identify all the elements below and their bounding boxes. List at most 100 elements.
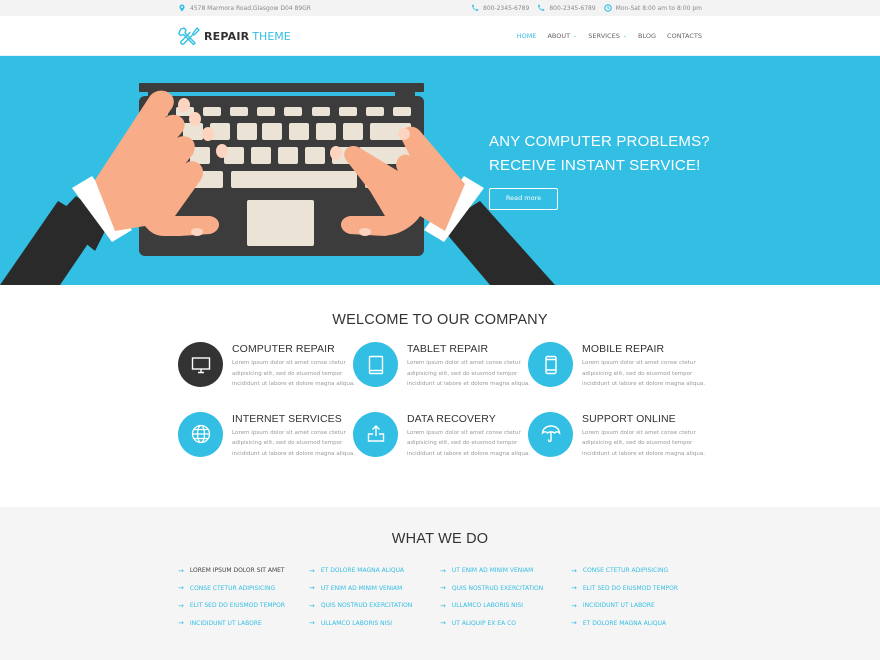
list-item-label[interactable]: UT ENIM AD MINIM VENIAM bbox=[452, 567, 533, 574]
feature-text: Lorem ipsum dolor sit amet conse ctetur … bbox=[582, 360, 706, 387]
list-item[interactable]: → INCIDIDUNT UT LABORE bbox=[178, 615, 309, 633]
phone-info-1[interactable]: 800-2345-6789 bbox=[471, 4, 529, 12]
feature-icon-circle bbox=[178, 411, 223, 457]
list-column: → CONSE CTETUR ADIPISICING → ELIT SED DO E… bbox=[571, 562, 702, 632]
chevron-down-icon[interactable]: ⌄ bbox=[573, 33, 577, 39]
list-item-label[interactable]: ET DOLORE MAGNA ALIQUA bbox=[321, 567, 404, 574]
feature-internet-services: INTERNET SERVICES Lorem ipsum dolor sit … bbox=[178, 411, 355, 460]
logo-text-light: THEME bbox=[252, 29, 291, 43]
list-item-label[interactable]: CONSE CTETUR ADIPISICING bbox=[583, 567, 668, 574]
list-item[interactable]: → ELIT SED DO EIUSMOD TEMPOR bbox=[178, 597, 309, 615]
list-item[interactable]: → UT ENIM AD MINIM VENIAM bbox=[309, 580, 440, 598]
arrow-right-icon: → bbox=[309, 584, 315, 593]
arrow-right-icon: → bbox=[309, 566, 315, 575]
list-item-label[interactable]: ULLAMCO LABORIS NISI bbox=[321, 620, 392, 627]
wrench-screwdriver-icon bbox=[178, 27, 200, 46]
nav-services-label[interactable]: SERVICES bbox=[588, 32, 620, 40]
arrow-right-icon: → bbox=[178, 601, 184, 610]
arrow-right-icon: → bbox=[571, 584, 577, 593]
list-item-label[interactable]: ET DOLORE MAGNA ALIQUA bbox=[583, 620, 666, 627]
feature-support-online: SUPPORT ONLINE Lorem ipsum dolor sit ame… bbox=[528, 411, 705, 460]
list-item[interactable]: → ELIT SED DO EIUSMOD TEMPOR bbox=[571, 580, 702, 598]
list-item-label[interactable]: ULLAMCO LABORIS NISI bbox=[452, 602, 523, 609]
list-item-label[interactable]: QUIS NOSTRUD EXERCITATION bbox=[452, 585, 543, 592]
nav-home[interactable]: HOME bbox=[517, 32, 537, 40]
nav-contacts[interactable]: CONTACTS bbox=[667, 32, 702, 40]
arrow-right-icon: → bbox=[571, 566, 577, 575]
nav-services[interactable]: SERVICES ⌄ bbox=[588, 32, 627, 40]
nav-about-label[interactable]: ABOUT bbox=[547, 32, 570, 40]
feature-data-recovery: DATA RECOVERY Lorem ipsum dolor sit amet… bbox=[353, 411, 530, 460]
feature-text: Lorem ipsum dolor sit amet conse ctetur … bbox=[232, 429, 356, 457]
welcome-title: WELCOME TO OUR COMPANY bbox=[332, 312, 548, 328]
arrow-right-icon: → bbox=[178, 619, 184, 628]
logo-text-bold: REPAIR bbox=[204, 29, 250, 43]
list-item[interactable]: → ULLAMCO LABORIS NISI bbox=[309, 615, 440, 633]
welcome-section: WELCOME TO OUR COMPANY COMPUTER REPAIR L… bbox=[0, 285, 880, 507]
feature-text: Lorem ipsum dolor sit amet conse ctetur … bbox=[232, 360, 356, 387]
list-item-label[interactable]: CONSE CTETUR ADIPISICING bbox=[190, 585, 275, 592]
nav-about[interactable]: ABOUT ⌄ bbox=[547, 32, 577, 40]
site-logo[interactable]: REPAIR THEME bbox=[178, 26, 291, 46]
list-item-label[interactable]: INCIDIDUNT UT LABORE bbox=[583, 602, 655, 609]
features-grid: COMPUTER REPAIR Lorem ipsum dolor sit am… bbox=[178, 342, 705, 460]
mobile-icon bbox=[544, 355, 557, 374]
site-header: REPAIR THEME HOME ABOUT ⌄ SERVICES ⌄ BLOG … bbox=[0, 16, 880, 56]
list-item-label[interactable]: UT ENIM AD MINIM VENIAM bbox=[321, 585, 402, 592]
feature-tablet-repair: TABLET REPAIR Lorem ipsum dolor sit amet… bbox=[353, 342, 530, 390]
list-item-label[interactable]: UT ALIQUIP EX EA CO bbox=[452, 620, 516, 627]
globe-icon bbox=[191, 424, 210, 444]
tablet-icon bbox=[368, 355, 383, 374]
list-item[interactable]: → QUIS NOSTRUD EXERCITATION bbox=[440, 580, 571, 598]
list-item[interactable]: → CONSE CTETUR ADIPISICING bbox=[178, 580, 309, 598]
nav-home-label[interactable]: HOME bbox=[517, 32, 537, 40]
hours-text: Mon-Sat 8:00 am to 8:00 pm bbox=[615, 4, 702, 12]
clock-icon bbox=[603, 4, 612, 12]
arrow-right-icon: → bbox=[309, 601, 315, 610]
nav-blog[interactable]: BLOG bbox=[638, 32, 656, 40]
list-item[interactable]: → ET DOLORE MAGNA ALIQUA bbox=[309, 562, 440, 580]
list-item[interactable]: → QUIS NOSTRUD EXERCITATION bbox=[309, 597, 440, 615]
feature-title: TABLET REPAIR bbox=[407, 343, 489, 355]
hero-text-block: ANY COMPUTER PROBLEMS? RECEIVE INSTANT S… bbox=[489, 130, 710, 210]
feature-title: COMPUTER REPAIR bbox=[232, 343, 335, 355]
phone-icon bbox=[471, 4, 479, 12]
list-item[interactable]: → ET DOLORE MAGNA ALIQUA bbox=[571, 615, 702, 633]
list-item-label[interactable]: LOREM IPSUM DOLOR SIT AMET bbox=[190, 567, 285, 574]
read-more-button[interactable]: Read more bbox=[489, 188, 558, 210]
what-we-do-section: WHAT WE DO → LOREM IPSUM DOLOR SIT AMET →… bbox=[0, 507, 880, 660]
nav-blog-label[interactable]: BLOG bbox=[638, 32, 656, 40]
list-item-label[interactable]: ELIT SED DO EIUSMOD TEMPOR bbox=[583, 585, 678, 592]
list-column: → ET DOLORE MAGNA ALIQUA → UT ENIM AD MINI… bbox=[309, 562, 440, 632]
hero-banner: ANY COMPUTER PROBLEMS? RECEIVE INSTANT S… bbox=[0, 56, 880, 285]
list-column: → LOREM IPSUM DOLOR SIT AMET → CONSE CTETU… bbox=[178, 562, 309, 632]
phone-number-2[interactable]: 800-2345-6789 bbox=[549, 5, 595, 12]
list-item[interactable]: → LOREM IPSUM DOLOR SIT AMET bbox=[178, 562, 309, 580]
feature-icon-circle bbox=[353, 411, 398, 457]
feature-computer-repair: COMPUTER REPAIR Lorem ipsum dolor sit am… bbox=[178, 342, 355, 390]
feature-text: Lorem ipsum dolor sit amet conse ctetur … bbox=[582, 429, 706, 457]
phone-number-1[interactable]: 800-2345-6789 bbox=[483, 5, 529, 12]
arrow-right-icon: → bbox=[571, 601, 577, 610]
list-item[interactable]: → UT ENIM AD MINIM VENIAM bbox=[440, 562, 571, 580]
feature-title: DATA RECOVERY bbox=[407, 412, 496, 425]
list-item[interactable]: → INCIDIDUNT UT LABORE bbox=[571, 597, 702, 615]
arrow-right-icon: → bbox=[571, 619, 577, 628]
phone-info-2[interactable]: 800-2345-6789 bbox=[537, 4, 596, 12]
nav-contacts-label[interactable]: CONTACTS bbox=[667, 32, 702, 40]
arrow-right-icon: → bbox=[440, 566, 446, 575]
list-item-label[interactable]: INCIDIDUNT UT LABORE bbox=[190, 620, 262, 627]
list-item-label[interactable]: ELIT SED DO EIUSMOD TEMPOR bbox=[190, 602, 285, 609]
feature-mobile-repair: MOBILE REPAIR Lorem ipsum dolor sit amet… bbox=[528, 342, 705, 390]
feature-title: SUPPORT ONLINE bbox=[582, 412, 676, 425]
list-item-label[interactable]: QUIS NOSTRUD EXERCITATION bbox=[321, 602, 412, 609]
top-bar: 4578 Marmora Road,Glasgow D04 89GR 800-2… bbox=[0, 0, 880, 16]
list-item[interactable]: → UT ALIQUIP EX EA CO bbox=[440, 615, 571, 633]
chevron-down-icon[interactable]: ⌄ bbox=[623, 33, 627, 39]
what-we-do-list: → LOREM IPSUM DOLOR SIT AMET → CONSE CTETU… bbox=[178, 562, 702, 632]
feature-text: Lorem ipsum dolor sit amet conse ctetur … bbox=[407, 360, 531, 387]
address-text: 4578 Marmora Road,Glasgow D04 89GR bbox=[190, 4, 311, 12]
list-item[interactable]: → ULLAMCO LABORIS NISI bbox=[440, 597, 571, 615]
list-item[interactable]: → CONSE CTETUR ADIPISICING bbox=[571, 562, 702, 580]
feature-icon-circle bbox=[178, 342, 223, 387]
